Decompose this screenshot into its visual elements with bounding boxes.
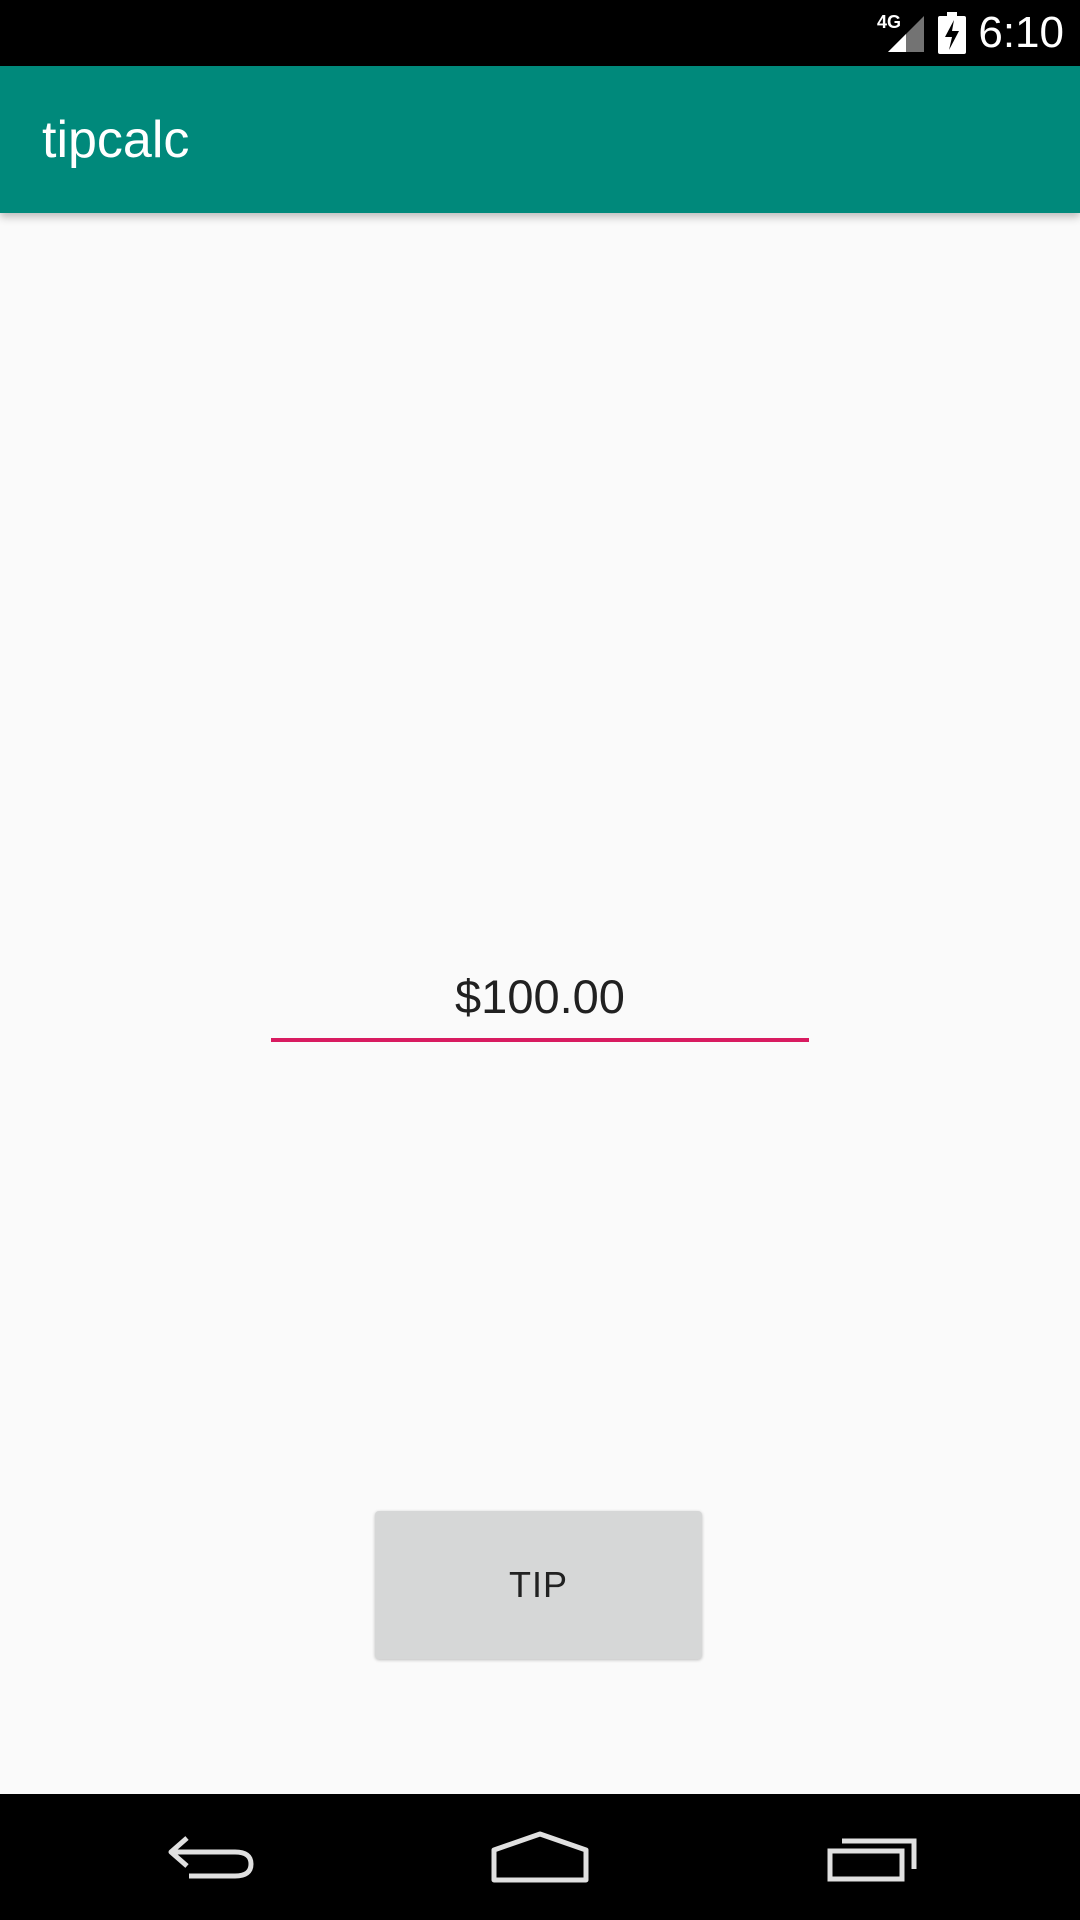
tip-button[interactable]: TIP xyxy=(375,1511,702,1659)
back-button[interactable] xyxy=(110,1794,310,1920)
recents-icon xyxy=(827,1838,917,1882)
navigation-bar xyxy=(0,1794,1080,1920)
amount-input[interactable] xyxy=(271,960,809,1042)
home-button[interactable] xyxy=(440,1794,640,1920)
amount-field xyxy=(271,960,809,1046)
status-bar: 4G 6:10 xyxy=(0,0,1080,66)
screen: 4G 6:10 tipcalc TIP xyxy=(0,0,1080,1920)
app-title: tipcalc xyxy=(42,111,190,169)
battery-charging-icon xyxy=(938,12,966,54)
status-time: 6:10 xyxy=(978,8,1064,57)
recents-button[interactable] xyxy=(772,1794,972,1920)
home-icon xyxy=(491,1831,589,1883)
back-icon xyxy=(168,1836,254,1879)
signal-icon xyxy=(888,16,924,52)
app-bar: tipcalc xyxy=(0,66,1080,213)
